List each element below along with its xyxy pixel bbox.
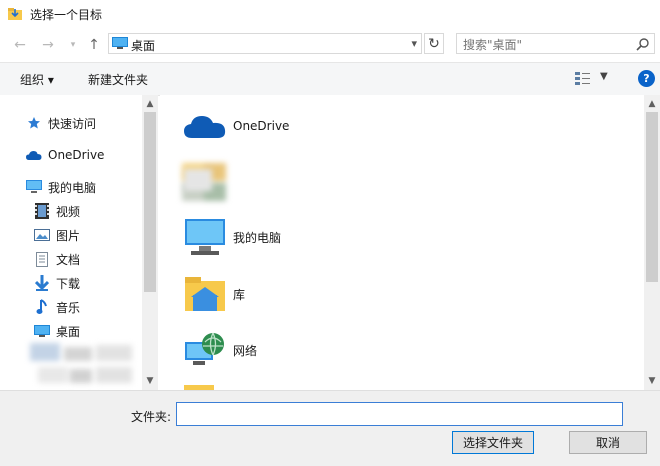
back-arrow-icon[interactable]: ←	[10, 36, 30, 54]
new-folder-button[interactable]: 新建文件夹	[88, 71, 148, 88]
forward-arrow-icon[interactable]: →	[38, 36, 58, 54]
organize-menu[interactable]: 组织 ▾	[20, 71, 54, 88]
address-dropdown-icon[interactable]: ▾	[411, 37, 417, 50]
sidebar-item-label: 音乐	[56, 300, 81, 315]
address-bar[interactable]: 桌面 ▾	[108, 33, 422, 54]
refresh-icon[interactable]: ↻	[424, 33, 444, 54]
scroll-down-icon[interactable]: ▼	[142, 376, 158, 386]
star-icon	[26, 115, 42, 131]
sidebar-item-label: 桌面	[56, 324, 81, 339]
sidebar-item-quick-access[interactable]: 快速访问	[26, 113, 96, 133]
blurred-region	[30, 341, 135, 387]
scroll-up-icon[interactable]: ▲	[142, 99, 158, 109]
download-icon	[34, 275, 50, 291]
item-label: 我的电脑	[233, 230, 282, 245]
recent-chevron-icon[interactable]: ▾	[63, 36, 83, 54]
list-item[interactable]: 我的电脑	[182, 214, 281, 260]
item-label: OneDrive	[233, 119, 290, 133]
sidebar-item-label: OneDrive	[48, 148, 105, 162]
onedrive-cloud-icon	[182, 103, 228, 149]
window-title: 选择一个目标	[30, 8, 103, 22]
list-item[interactable]	[182, 157, 233, 203]
item-label: 库	[233, 287, 246, 302]
sidebar-item-label: 下载	[56, 276, 81, 291]
blurred-label	[184, 169, 212, 191]
list-item[interactable]: 网络	[182, 327, 257, 373]
music-icon	[34, 299, 50, 315]
cancel-button[interactable]: 取消	[569, 431, 647, 454]
sidebar-item-downloads[interactable]: 下载	[34, 273, 80, 293]
sidebar-item-label: 视频	[56, 204, 81, 219]
computer-icon	[26, 179, 42, 195]
address-location: 桌面	[131, 39, 156, 53]
command-toolbar: 组织 ▾ 新建文件夹 ▼ ?	[0, 62, 660, 96]
sidebar-item-label: 文档	[56, 252, 81, 267]
folder-download-icon	[8, 8, 22, 20]
sidebar-item-onedrive[interactable]: OneDrive	[26, 145, 104, 165]
sidebar-item-videos[interactable]: 视频	[34, 201, 80, 221]
sidebar-item-label: 快速访问	[48, 116, 97, 131]
sidebar-item-label: 图片	[56, 228, 81, 243]
list-item[interactable]: 库	[182, 271, 245, 317]
search-input[interactable]	[456, 33, 655, 54]
folder-input[interactable]	[176, 402, 623, 426]
sidebar-item-this-pc[interactable]: 我的电脑	[26, 177, 96, 197]
library-icon	[182, 271, 228, 317]
sidebar-item-music[interactable]: 音乐	[34, 297, 80, 317]
video-icon	[34, 203, 50, 219]
desktop-icon	[34, 323, 50, 339]
sidebar-item-documents[interactable]: 文档	[34, 249, 80, 269]
navigation-pane: 快速访问 OneDrive 我的电脑 视频 图片 文档 下载 音乐 桌面	[0, 95, 158, 390]
folder-label: 文件夹:	[131, 410, 172, 424]
onedrive-cloud-icon	[26, 147, 42, 163]
footer-panel: 文件夹: 选择文件夹 取消	[0, 390, 660, 466]
scrollbar-thumb[interactable]	[646, 112, 658, 282]
document-icon	[34, 251, 50, 267]
up-arrow-icon[interactable]: ↑	[84, 36, 104, 54]
content-scrollbar[interactable]: ▲ ▼	[644, 95, 660, 390]
sidebar-item-pictures[interactable]: 图片	[34, 225, 80, 245]
help-icon[interactable]: ?	[638, 70, 655, 87]
select-folder-button[interactable]: 选择文件夹	[452, 431, 534, 454]
file-list: OneDrive 我的电脑 库 网络	[160, 95, 644, 390]
view-options-icon[interactable]	[575, 72, 591, 86]
list-item[interactable]: OneDrive	[182, 103, 289, 149]
picture-icon	[34, 227, 50, 243]
item-label: 网络	[233, 343, 258, 358]
view-dropdown-icon[interactable]: ▼	[600, 71, 608, 82]
desktop-icon	[112, 37, 128, 49]
search-icon[interactable]	[636, 37, 650, 51]
sidebar-item-desktop[interactable]: 桌面	[34, 321, 80, 341]
scrollbar-thumb[interactable]	[144, 112, 156, 292]
sidebar-item-label: 我的电脑	[48, 180, 97, 195]
network-icon	[182, 327, 228, 373]
scroll-up-icon[interactable]: ▲	[644, 99, 660, 109]
navigation-scrollbar[interactable]: ▲ ▼	[142, 95, 158, 390]
computer-icon	[182, 214, 228, 260]
scroll-down-icon[interactable]: ▼	[644, 376, 660, 386]
title-bar: 选择一个目标	[0, 0, 660, 30]
